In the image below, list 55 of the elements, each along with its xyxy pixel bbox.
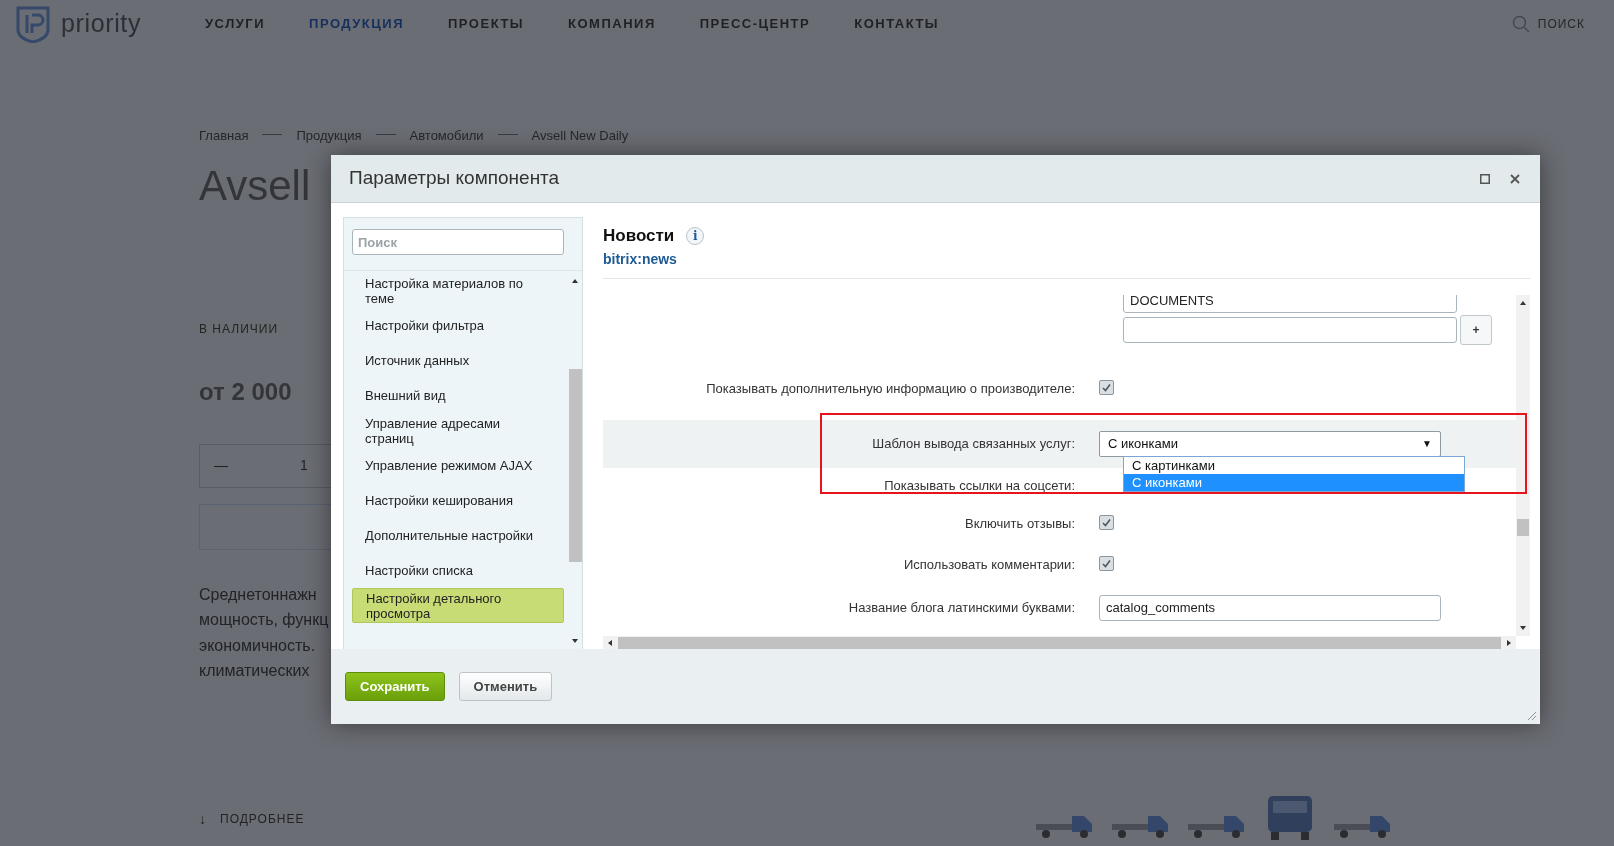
sidebar-item[interactable]: Дополнительные настройки <box>352 518 564 553</box>
field-label: Использовать комментарии: <box>903 557 1075 573</box>
sidebar-item[interactable]: Источник данных <box>352 343 564 378</box>
sidebar-item[interactable]: Управление адресами страниц <box>352 413 564 448</box>
dropdown-option[interactable]: С картинками <box>1124 456 1464 474</box>
description-line: климатических <box>199 661 311 681</box>
vertical-scrollbar[interactable] <box>1516 294 1530 637</box>
checkbox[interactable] <box>1099 556 1114 572</box>
price: от 2 000 <box>199 376 293 407</box>
text-field[interactable]: catalog_comments <box>1099 594 1441 621</box>
field-label: Показывать дополнительную информацию о производителе: <box>706 381 1075 397</box>
quantity-value: 1 <box>300 456 308 475</box>
add-button[interactable]: + <box>1460 314 1492 345</box>
check-icon <box>1101 517 1112 529</box>
dropdown-arrow-icon: ▼ <box>1422 436 1432 451</box>
arrow-right-icon[interactable] <box>1505 638 1513 647</box>
info-icon[interactable]: i <box>686 226 705 245</box>
field-label: Показывать ссылки на соцсети: <box>884 477 1075 493</box>
text-field[interactable]: DOCUMENTS <box>1123 294 1457 313</box>
cancel-button[interactable]: Отменить <box>458 672 553 701</box>
maximize-icon[interactable] <box>1480 173 1490 184</box>
select-field[interactable]: С иконками ▼ <box>1099 430 1441 457</box>
component-name: Новости <box>603 225 675 247</box>
check-icon <box>1101 558 1112 570</box>
arrow-up-icon[interactable] <box>571 277 579 285</box>
sidebar-item[interactable]: Настройки детального просмотра <box>352 588 564 623</box>
field-label: Название блога латинскими буквами: <box>848 599 1075 615</box>
search-field[interactable]: Поиск <box>352 229 564 255</box>
component-code: bitrix:news <box>603 249 678 269</box>
sidebar-item[interactable]: Настройки кеширования <box>352 483 564 518</box>
dialog-title: Параметры компонента <box>349 166 560 191</box>
sidebar-item[interactable]: Настройка материалов по теме <box>352 273 564 308</box>
page-title: Avsell <box>199 160 312 211</box>
sidebar-item[interactable]: Управление режимом AJAX <box>352 448 564 483</box>
checkbox[interactable] <box>1099 515 1114 531</box>
field-label: Включить отзывы: <box>965 516 1075 532</box>
arrow-down-icon: ↓ <box>199 808 206 830</box>
resize-handle-icon[interactable] <box>1527 711 1537 721</box>
description-line: Среднетоннажн <box>199 584 318 605</box>
description-line: экономичность. <box>199 635 317 656</box>
logo-icon <box>15 5 51 43</box>
arrow-down-icon[interactable] <box>571 637 579 645</box>
text-field[interactable] <box>1123 316 1457 343</box>
checkbox[interactable] <box>1099 380 1114 396</box>
sidebar-item[interactable]: Настройки списка <box>352 553 564 588</box>
scrollbar-thumb[interactable] <box>1517 518 1529 536</box>
field-label: Шаблон вывода связанных услуг: <box>872 435 1075 451</box>
description-line: мощность, функц <box>199 610 330 630</box>
close-icon[interactable] <box>1510 173 1520 184</box>
availability-label: В НАЛИЧИИ <box>199 320 280 338</box>
arrow-left-icon[interactable] <box>606 638 614 647</box>
check-icon <box>1101 382 1112 394</box>
sidebar-item[interactable]: Внешний вид <box>352 378 564 413</box>
sidebar-item[interactable]: Настройки фильтра <box>352 308 564 343</box>
scrollbar-thumb[interactable] <box>568 369 582 562</box>
